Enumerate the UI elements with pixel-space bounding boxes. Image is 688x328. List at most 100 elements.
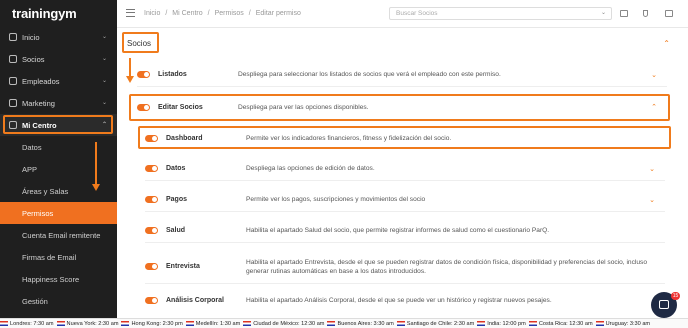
search-input[interactable]: Buscar Socios ⌄ xyxy=(389,7,612,20)
permission-desc: Permite ver los pagos, suscripciones y m… xyxy=(246,196,426,203)
breadcrumb-inicio[interactable]: Inicio xyxy=(144,10,160,17)
ticker-item: Santiago de Chile: 2:30 am xyxy=(396,320,475,327)
chevron-down-icon[interactable]: ⌄ xyxy=(649,196,655,204)
chevron-up-icon[interactable]: ⌃ xyxy=(663,39,670,48)
sidebar-nav: Inicio ⌄ Socios ⌄ Empleados ⌄ Marketing ⌄ Mi… xyxy=(0,26,117,312)
permission-desc: Habilita el apartado Salud del socio, qu… xyxy=(246,227,550,234)
sidebar-item-socios[interactable]: Socios ⌄ xyxy=(0,48,117,70)
chevron-down-icon: ⌄ xyxy=(101,56,107,62)
chevron-down-icon: ⌄ xyxy=(101,100,107,106)
sidebar-subitem-permisos[interactable]: Permisos xyxy=(0,202,117,224)
permission-row-salud: Salud Habilita el apartado Salud del soc… xyxy=(145,219,665,243)
ticker-text: India: 12:00 pm xyxy=(487,320,526,327)
annotation-arrow-head xyxy=(92,184,100,191)
permission-row-dashboard: Dashboard Permite ver los indicadores fi… xyxy=(145,126,665,150)
sidebar-item-label: Inicio xyxy=(22,32,40,42)
permission-name: Pagos xyxy=(166,196,188,203)
ticker-item: Ciudad de México: 12:30 am xyxy=(243,321,324,327)
topbar: Inicio / Mi Centro / Permisos / Editar permiso… xyxy=(117,0,688,28)
ticker-item: India: 12:00 pm xyxy=(477,321,526,327)
sidebar-item-mi-centro[interactable]: Mi Centro ⌃ xyxy=(0,114,117,136)
search-placeholder: Buscar Socios xyxy=(396,10,438,17)
sidebar-subitem-cuenta-email[interactable]: Cuenta Email remitente xyxy=(0,224,117,246)
ticker-text: Buenos Aires: 3:30 am xyxy=(337,320,394,327)
sidebar-subitem-firmas-email[interactable]: Firmas de Email xyxy=(0,246,117,268)
permission-name: Entrevista xyxy=(166,263,200,270)
permission-row-editar-socios: Editar Socios Despliega para ver las opc… xyxy=(137,95,667,119)
toggle-switch[interactable] xyxy=(145,134,158,142)
permission-desc: Habilita el apartado Entrevista, desde e… xyxy=(246,258,647,275)
section-title[interactable]: Socios xyxy=(127,39,151,48)
ticker-text: Hong Kong: 2:30 pm xyxy=(131,320,183,327)
permission-row-pagos: Pagos Permite ver los pagos, suscripcion… xyxy=(145,188,665,212)
toggle-switch[interactable] xyxy=(145,196,158,203)
toggle-switch[interactable] xyxy=(145,227,158,234)
toggle-switch[interactable] xyxy=(145,296,158,304)
breadcrumb-permisos[interactable]: Permisos xyxy=(215,10,244,17)
flag-icon xyxy=(528,321,537,326)
sidebar-item-empleados[interactable]: Empleados ⌄ xyxy=(0,70,117,92)
chevron-up-icon: ⌃ xyxy=(101,122,107,128)
flag-icon xyxy=(243,321,252,326)
sidebar-subitem-gestion[interactable]: Gestión xyxy=(0,290,117,312)
toggle-switch[interactable] xyxy=(145,165,158,172)
permission-name: Datos xyxy=(166,165,186,172)
permission-desc: Despliega las opciones de edición de dat… xyxy=(246,165,375,172)
permission-desc: Despliega para ver las opciones disponib… xyxy=(238,103,369,111)
brand-logo[interactable]: trainingym xyxy=(12,6,77,21)
flag-icon xyxy=(477,321,486,326)
permission-name: Dashboard xyxy=(166,134,203,142)
flag-icon xyxy=(327,321,336,326)
ticker-text: Nueva York: 2:30 am xyxy=(66,320,119,327)
breadcrumb-mi-centro[interactable]: Mi Centro xyxy=(172,10,202,17)
permission-row-analisis-corporal: Análisis Corporal Habilita el apartado A… xyxy=(145,288,665,312)
flag-icon xyxy=(56,321,65,326)
chat-icon xyxy=(659,300,669,309)
permission-desc: Despliega para seleccionar los listados … xyxy=(238,71,501,78)
breadcrumb-editar-permiso: Editar permiso xyxy=(255,10,301,17)
ticker-text: Londres: 7:30 am xyxy=(10,320,54,327)
ticker-item: Londres: 7:30 am xyxy=(0,321,54,327)
annotation-arrow-line xyxy=(95,142,97,184)
chevron-down-icon[interactable]: ⌄ xyxy=(649,165,655,173)
annotation-arrow-line xyxy=(129,58,131,76)
sidebar-subitem-happiness-score[interactable]: Happiness Score xyxy=(0,268,117,290)
sidebar-subitem-app[interactable]: APP xyxy=(0,158,117,180)
chevron-up-icon[interactable]: ⌃ xyxy=(651,103,657,111)
ticker-text: Santiago de Chile: 2:30 am xyxy=(406,320,475,327)
bell-icon[interactable] xyxy=(643,10,648,17)
sidebar-subitem-datos[interactable]: Datos xyxy=(0,136,117,158)
marketing-icon xyxy=(9,99,17,107)
flag-icon xyxy=(0,321,8,326)
chevron-down-icon: ⌄ xyxy=(600,10,606,16)
logout-icon[interactable] xyxy=(665,10,673,17)
ticker-item: Buenos Aires: 3:30 am xyxy=(327,320,394,327)
ticker-item: Nueva York: 2:30 am xyxy=(56,320,119,327)
chevron-down-icon[interactable]: ⌄ xyxy=(651,71,657,79)
center-icon xyxy=(9,121,17,129)
world-clock-ticker: Londres: 7:30 am Nueva York: 2:30 am Hon… xyxy=(0,318,688,328)
permission-name: Listados xyxy=(158,71,187,78)
permission-name: Editar Socios xyxy=(158,103,203,111)
sidebar-item-inicio[interactable]: Inicio ⌄ xyxy=(0,26,117,48)
flag-icon xyxy=(396,321,405,326)
breadcrumb: Inicio / Mi Centro / Permisos / Editar permiso xyxy=(144,10,301,17)
ticker-item: Uruguay: 3:30 am xyxy=(595,321,650,327)
permission-row-entrevista: Entrevista Habilita el apartado Entrevis… xyxy=(145,250,665,284)
permission-row-listados: Listados Despliega para seleccionar los … xyxy=(137,63,667,87)
permission-row-datos: Datos Despliega las opciones de edición … xyxy=(145,157,665,181)
toggle-switch[interactable] xyxy=(137,71,150,78)
sidebar-item-marketing[interactable]: Marketing ⌄ xyxy=(0,92,117,114)
menu-icon[interactable] xyxy=(126,9,135,17)
card-icon[interactable] xyxy=(620,10,628,17)
sidebar-item-label: Socios xyxy=(22,54,45,64)
chevron-down-icon: ⌄ xyxy=(101,78,107,84)
permission-name: Análisis Corporal xyxy=(166,296,224,304)
toggle-switch[interactable] xyxy=(137,103,150,111)
ticker-item: Hong Kong: 2:30 pm xyxy=(121,320,183,327)
toggle-switch[interactable] xyxy=(145,263,158,270)
home-icon xyxy=(9,33,17,41)
annotation-arrow-head xyxy=(126,76,134,83)
ticker-text: Costa Rica: 12:30 am xyxy=(538,320,593,327)
flag-icon xyxy=(595,321,604,326)
